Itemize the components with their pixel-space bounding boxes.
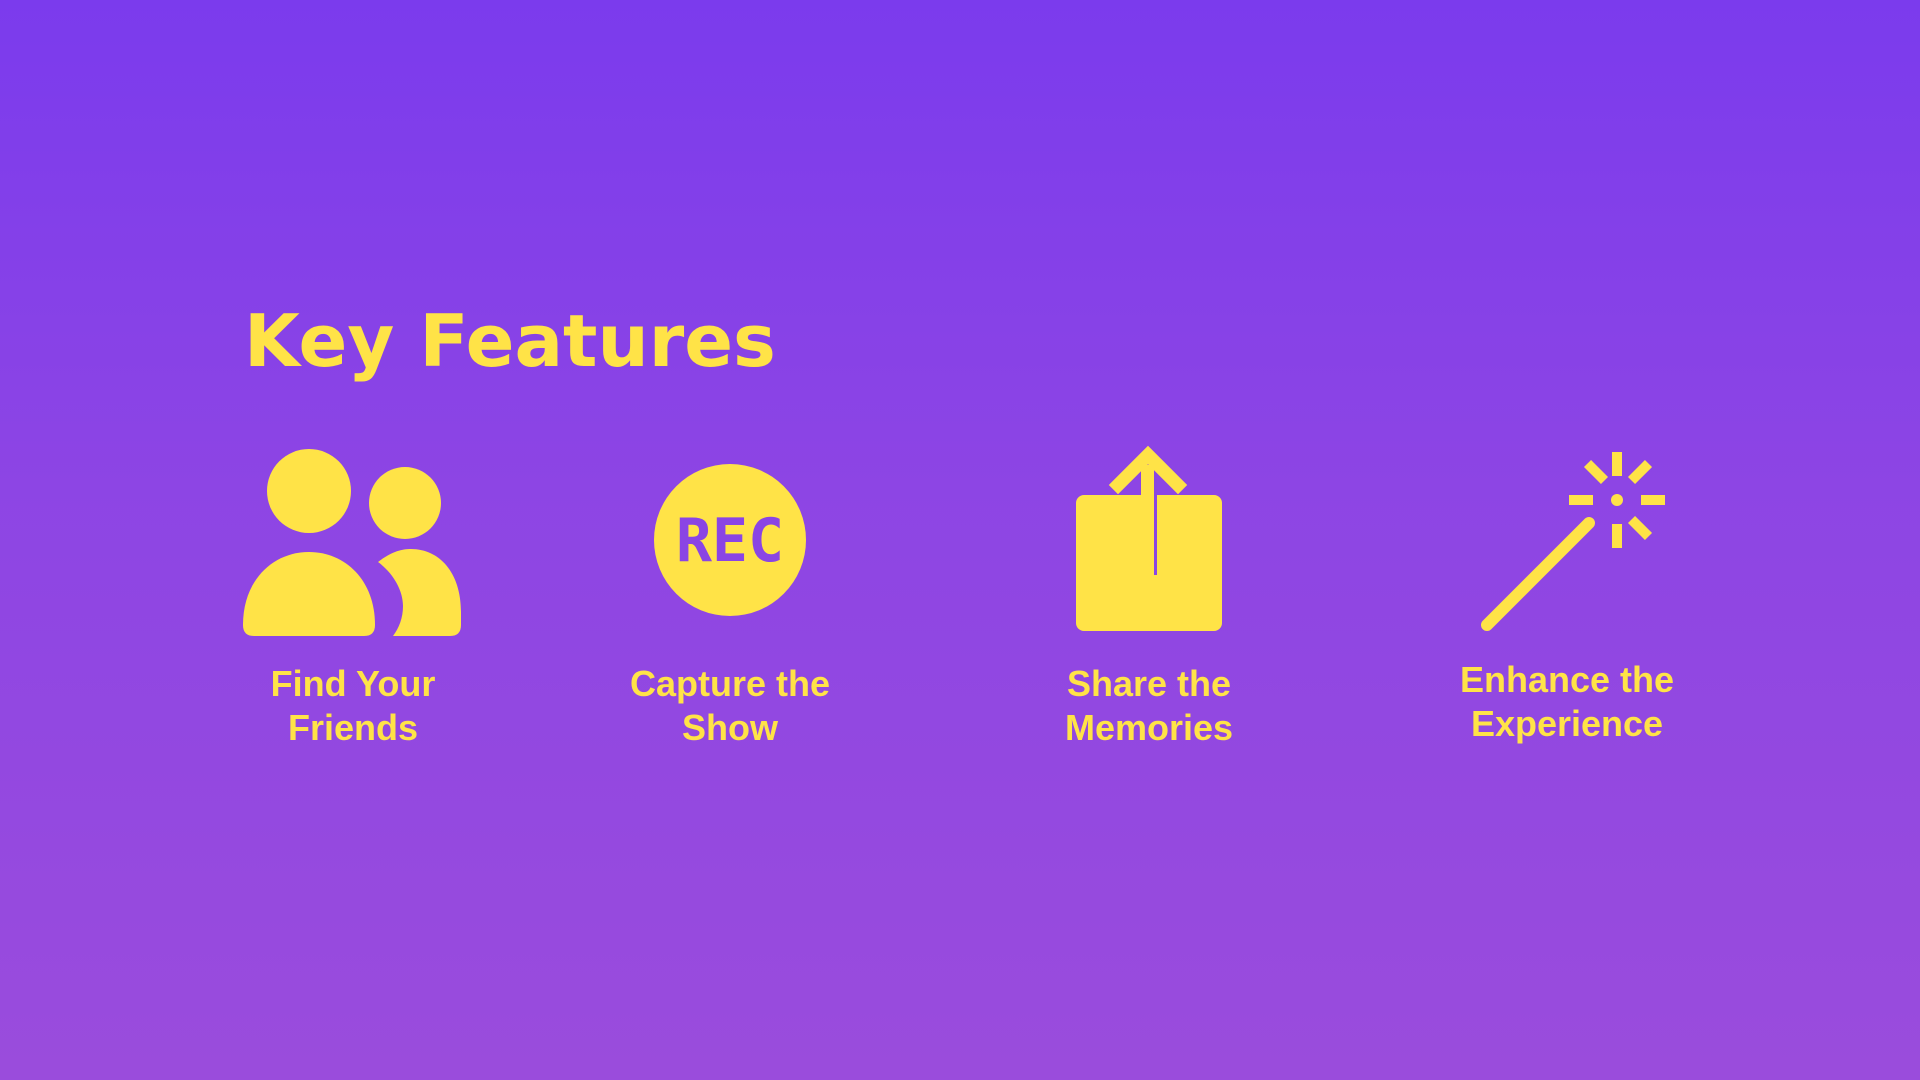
rec-icon: REC [654,464,806,616]
feature-label: Enhance the Experience [1459,659,1675,744]
users-icon [243,449,461,636]
feature-label: Find Your Friends [270,663,436,748]
feature-label: Capture the Show [629,663,831,748]
share-icon [1076,445,1222,631]
page-title: Key Features [244,299,776,383]
feature-label: Share the Memories [1064,663,1234,748]
magic-wand-icon [1481,452,1665,631]
rec-icon-text: REC [676,506,784,576]
